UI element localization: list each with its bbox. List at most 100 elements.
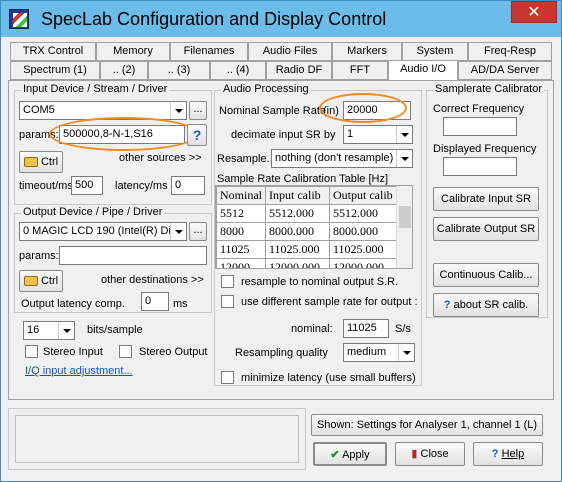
output-device-value: 0 MAGIC LCD 190 (Intel(R) Dis [23, 225, 177, 237]
table-row[interactable]: 11025 11025.000 11025.000 [216, 240, 400, 259]
output-params-field[interactable] [59, 246, 207, 265]
calib-table-title: Sample Rate Calibration Table [Hz] [217, 173, 388, 185]
table-row[interactable]: 12000 12000.000 12000.000 [216, 258, 400, 268]
help-button[interactable]: ? Help [473, 442, 543, 466]
chevron-down-icon [170, 223, 186, 240]
tab-filenames[interactable]: Filenames [170, 42, 248, 61]
diff-rate-label: use different sample rate for output : [241, 296, 418, 308]
input-ctrl-button[interactable]: Ctrl [19, 151, 63, 173]
tab-system[interactable]: System [402, 42, 468, 61]
close-button[interactable]: ▮ Close [395, 442, 465, 466]
nominal-rate-select[interactable]: 20000 [343, 101, 411, 120]
displayed-frequency-field[interactable] [443, 157, 517, 176]
minimize-latency-checkbox[interactable] [221, 371, 234, 384]
about-sr-calib-label: about SR calib. [453, 299, 529, 311]
input-device-group: Input Device / Stream / Driver COM5 ... … [14, 83, 212, 205]
help-label: Help [501, 448, 525, 460]
table-cell: 8000.000 [265, 222, 330, 241]
about-sr-calib-button[interactable]: ? about SR calib. [433, 293, 539, 317]
table-cell: 12000 [216, 258, 266, 268]
tab-radio-df[interactable]: Radio DF [266, 61, 332, 80]
other-sources-link[interactable]: other sources >> [119, 152, 202, 164]
tab-memory[interactable]: Memory [96, 42, 170, 61]
input-device-value: COM5 [23, 104, 55, 116]
door-icon: ▮ [411, 448, 418, 460]
status-text-area [15, 415, 299, 463]
resample-nominal-label: resample to nominal output S.R. [241, 276, 399, 288]
table-cell: 11025 [216, 240, 266, 259]
table-cell: 8000.000 [329, 222, 400, 241]
shown-settings-button[interactable]: Shown: Settings for Analyser 1, channel … [311, 414, 543, 436]
apply-button[interactable]: ✔ Apply [313, 442, 387, 466]
table-scrollbar[interactable] [396, 186, 412, 268]
audio-processing-group: Audio Processing Nominal Sample Rate (in… [214, 83, 422, 386]
close-window-button[interactable]: ✕ [511, 1, 557, 23]
output-group-title: Output Device / Pipe / Driver [21, 206, 165, 218]
stereo-input-checkbox[interactable] [25, 345, 38, 358]
output-ctrl-button[interactable]: Ctrl [19, 270, 63, 292]
chevron-down-icon [170, 102, 186, 119]
table-row[interactable]: 5512 5512.000 5512.000 [216, 204, 400, 223]
decimate-select[interactable]: 1 [343, 125, 413, 144]
scrollbar-thumb[interactable] [399, 206, 411, 228]
calibrate-input-button[interactable]: Calibrate Input SR [433, 187, 539, 211]
output-browse-button[interactable]: ... [189, 222, 207, 241]
tab-spectrum-4[interactable]: .. (4) [210, 61, 266, 80]
table-row[interactable]: 8000 8000.000 8000.000 [216, 222, 400, 241]
nominal-output-unit: S/s [395, 323, 411, 335]
tab-spectrum-3[interactable]: .. (3) [148, 61, 210, 80]
table-cell: 11025.000 [265, 240, 330, 259]
output-device-select[interactable]: 0 MAGIC LCD 190 (Intel(R) Dis [19, 222, 187, 241]
stereo-output-label: Stereo Output [139, 346, 208, 358]
correct-frequency-field[interactable] [443, 117, 517, 136]
calibrate-output-button[interactable]: Calibrate Output SR [433, 217, 539, 241]
output-latency-field[interactable]: 0 [141, 292, 169, 311]
other-destinations-link[interactable]: other destinations >> [101, 274, 204, 286]
table-cell: 12000.000 [329, 258, 400, 268]
table-cell: 12000.000 [265, 258, 330, 268]
checkmark-icon: ✔ [330, 449, 340, 461]
window-title: SpecLab Configuration and Display Contro… [41, 9, 387, 29]
input-help-button[interactable]: ? [187, 124, 207, 146]
correct-frequency-label: Correct Frequency [433, 103, 525, 115]
resample-nominal-checkbox[interactable] [221, 275, 234, 288]
chevron-down-icon [396, 126, 412, 143]
decimate-label: decimate input SR by [231, 129, 336, 141]
tab-trx-control[interactable]: TRX Control [10, 42, 96, 61]
tab-freq-resp[interactable]: Freq-Resp [468, 42, 552, 61]
iq-adjustment-link[interactable]: I/Q input adjustment... [25, 365, 133, 377]
continuous-calib-button[interactable]: Continuous Calib... [433, 263, 539, 287]
tab-markers[interactable]: Markers [332, 42, 402, 61]
tab-audio-files[interactable]: Audio Files [248, 42, 332, 61]
timeout-field[interactable]: 500 [71, 176, 103, 195]
quality-select[interactable]: medium [343, 343, 415, 362]
diff-rate-checkbox[interactable] [221, 295, 234, 308]
bits-value: 16 [27, 324, 40, 336]
latency-field[interactable]: 0 [171, 176, 205, 195]
input-params-label: params: [19, 129, 59, 141]
chevron-down-icon [396, 150, 412, 167]
hand-pointer-icon [23, 157, 38, 168]
column-header: Nominal [216, 186, 266, 205]
stereo-output-checkbox[interactable] [119, 345, 132, 358]
output-latency-unit: ms [173, 298, 188, 310]
resample-label: Resample.. [217, 153, 273, 165]
tab-ad-da-server[interactable]: AD/DA Server [458, 61, 552, 80]
tab-fft[interactable]: FFT [332, 61, 388, 80]
title-bar: SpecLab Configuration and Display Contro… [1, 1, 561, 37]
processing-group-title: Audio Processing [221, 83, 311, 95]
bits-select[interactable]: 16 [23, 321, 75, 340]
tab-audio-io[interactable]: Audio I/O [388, 60, 458, 81]
calibrator-group: Samplerate Calibrator Correct Frequency … [426, 83, 548, 318]
table-cell: 8000 [216, 222, 266, 241]
input-device-select[interactable]: COM5 [19, 101, 187, 120]
resample-select[interactable]: nothing (don't resample) [271, 149, 413, 168]
tab-spectrum-1[interactable]: Spectrum (1) [10, 61, 100, 80]
decimate-value: 1 [347, 128, 354, 140]
nominal-output-field[interactable]: 11025 [343, 319, 389, 338]
input-browse-button[interactable]: ... [189, 101, 207, 120]
tab-spectrum-2[interactable]: .. (2) [100, 61, 148, 80]
chevron-down-icon [398, 344, 414, 361]
input-params-field[interactable]: 500000,8-N-1,S16 [59, 125, 185, 144]
help-icon: ? [443, 299, 451, 311]
